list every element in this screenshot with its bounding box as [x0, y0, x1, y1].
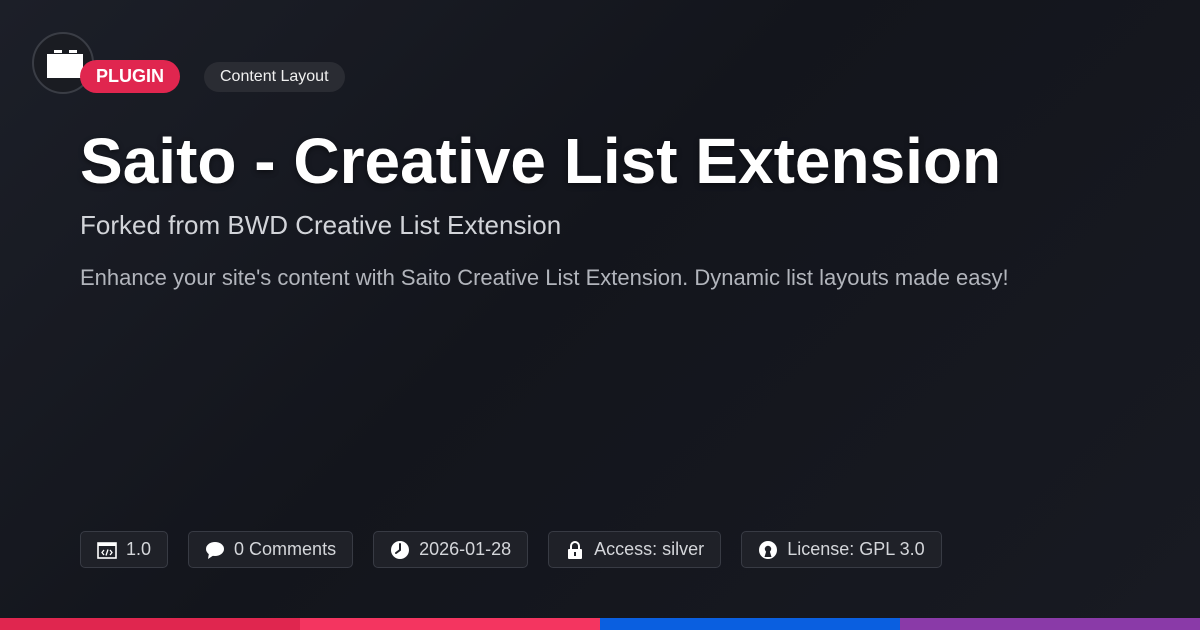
meta-row: 1.0 0 Comments 2026-01-28 Access: silver…: [80, 531, 942, 568]
open-source-icon: [758, 540, 778, 560]
page-title: Saito - Creative List Extension: [80, 125, 1002, 197]
page-description: Enhance your site's content with Saito C…: [80, 265, 1009, 290]
clock-icon: [390, 540, 410, 560]
meta-license[interactable]: License: GPL 3.0: [741, 531, 942, 568]
access-text: Access: silver: [594, 539, 705, 559]
color-bar-segment: [900, 618, 1200, 630]
color-bar-segment: [0, 618, 300, 630]
accent-color-bar: [0, 618, 1200, 630]
meta-date: 2026-01-28: [373, 531, 529, 568]
license-text: License: GPL 3.0: [787, 539, 925, 559]
comments-text: 0 Comments: [234, 539, 337, 559]
meta-version: 1.0: [80, 531, 169, 568]
meta-comments[interactable]: 0 Comments: [188, 531, 354, 568]
category-tag[interactable]: Content Layout: [204, 62, 345, 92]
color-bar-segment: [600, 618, 900, 630]
type-badge: PLUGIN: [80, 60, 181, 93]
code-window-icon: [97, 540, 117, 560]
speech-bubble-icon: [205, 540, 225, 560]
version-text: 1.0: [126, 539, 152, 559]
lock-icon: [565, 540, 585, 560]
date-text: 2026-01-28: [419, 539, 512, 559]
meta-access: Access: silver: [548, 531, 722, 568]
plugin-block-icon: [47, 50, 83, 78]
page-subtitle: Forked from BWD Creative List Extension: [80, 210, 562, 240]
color-bar-segment: [300, 618, 600, 630]
